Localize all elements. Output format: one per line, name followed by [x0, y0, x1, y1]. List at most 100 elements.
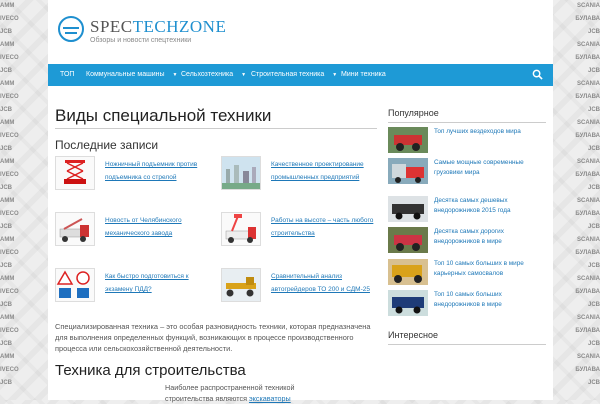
post-item[interactable]: Новость от Челябинского механического за…: [55, 212, 215, 246]
aerial-platform-thumbnail[interactable]: [221, 212, 261, 246]
background-brand-logo: SCANIA: [576, 315, 600, 321]
background-brand-logo: БУЛАВА: [575, 94, 600, 100]
background-brand-logo: AMM: [0, 237, 15, 243]
site-tagline: Обзоры и новости спецтехники: [90, 37, 192, 44]
page-title: Виды специальной техники: [55, 106, 272, 125]
post-link[interactable]: Ножничный подъемник против подъемника со…: [105, 158, 217, 184]
section-title-construction: Техника для строительства: [55, 362, 246, 379]
background-brand-logo: БУЛАВА: [575, 172, 600, 178]
popular-thumbnail[interactable]: [388, 259, 428, 285]
intro-text: Наиболее распространенной техникой: [165, 383, 295, 392]
truck-crane-icon: [59, 218, 89, 242]
chevron-down-icon: ▼: [332, 72, 338, 78]
divider: [55, 128, 377, 129]
road-signs-thumbnail[interactable]: [55, 268, 95, 302]
background-brand-logo: IVECO: [0, 94, 19, 100]
post-item[interactable]: Как быстро подготовиться к экзамену ПДД?: [55, 268, 215, 302]
popular-link[interactable]: Топ 10 самых больших внедорожников в мир…: [434, 290, 546, 310]
popular-link[interactable]: Десятка самых дорогих внедорожников в ми…: [434, 227, 546, 247]
background-brand-pattern-right: SCANIA БУЛАВА JCB SCANIA БУЛАВА JCB SCANIA БУЛА…: [554, 0, 600, 400]
background-brand-logo: JCB: [0, 380, 13, 386]
background-brand-logo: JCB: [587, 107, 600, 113]
background-brand-logo: SCANIA: [576, 198, 600, 204]
background-brand-logo: IVECO: [0, 367, 19, 373]
popular-item[interactable]: Самые мощные современные грузовики мира: [388, 158, 546, 186]
scissor-lift-thumbnail[interactable]: [55, 156, 95, 190]
post-link[interactable]: Сравнительный анализ автогрейдеров ТО 20…: [271, 270, 383, 296]
divider: [388, 122, 546, 123]
recent-posts-title: Последние записи: [55, 138, 159, 152]
background-brand-logo: БУЛАВА: [575, 250, 600, 256]
truck-crane-thumbnail[interactable]: [55, 212, 95, 246]
background-brand-logo: БУЛАВА: [575, 289, 600, 295]
nav-item-mini[interactable]: Мини техника: [341, 64, 386, 86]
nav-item-top[interactable]: ТОП: [60, 64, 74, 86]
background-brand-logo: IVECO: [0, 16, 19, 22]
nav-item-agri[interactable]: Сельхозтехника ▼: [181, 64, 246, 86]
popular-item[interactable]: Десятка самых дешевых внедорожников 2015…: [388, 196, 546, 224]
background-brand-logo: IVECO: [0, 211, 19, 217]
post-link[interactable]: Работы на высоте – часть любого строител…: [271, 214, 383, 240]
logo-icon[interactable]: [58, 16, 84, 42]
background-brand-logo: IVECO: [0, 328, 19, 334]
post-link[interactable]: Как быстро подготовиться к экзамену ПДД?: [105, 270, 217, 296]
nav-label: ТОП: [60, 71, 75, 78]
post-link[interactable]: Новость от Челябинского механического за…: [105, 214, 217, 240]
interesting-title: Интересное: [388, 330, 438, 340]
nav-label: Коммунальные машины: [86, 71, 165, 78]
grader-thumbnail[interactable]: [221, 268, 261, 302]
post-item[interactable]: Работы на высоте – часть любого строител…: [221, 212, 381, 246]
background-brand-logo: SCANIA: [576, 81, 600, 87]
popular-item[interactable]: Топ 10 самых больших внедорожников в мир…: [388, 290, 546, 318]
background-brand-logo: AMM: [0, 3, 15, 9]
background-brand-logo: IVECO: [0, 55, 19, 61]
popular-item[interactable]: Топ лучших вездеходов мира: [388, 127, 546, 155]
post-item[interactable]: Ножничный подъемник против подъемника со…: [55, 156, 215, 190]
nav-label: Строительная техника: [251, 71, 325, 78]
background-brand-logo: AMM: [0, 42, 15, 48]
big-suv-icon: [388, 290, 428, 316]
factory-thumbnail[interactable]: [221, 156, 261, 190]
background-brand-logo: JCB: [0, 68, 13, 74]
background-brand-logo: БУЛАВА: [575, 133, 600, 139]
popular-thumbnail[interactable]: [388, 127, 428, 153]
background-brand-logo: SCANIA: [576, 120, 600, 126]
popular-thumbnail[interactable]: [388, 290, 428, 316]
post-item[interactable]: Качественное проектирование промышленных…: [221, 156, 381, 190]
post-item[interactable]: Сравнительный анализ автогрейдеров ТО 20…: [221, 268, 381, 302]
grader-icon: [222, 269, 260, 301]
popular-thumbnail[interactable]: [388, 158, 428, 184]
popular-thumbnail[interactable]: [388, 227, 428, 253]
nav-item-construction[interactable]: Строительная техника ▼: [251, 64, 337, 86]
dump-truck-icon: [388, 259, 428, 285]
popular-link[interactable]: Топ 10 самых больших в мире карьерных са…: [434, 259, 546, 279]
intro-text: строительства являются: [165, 394, 249, 403]
popular-item[interactable]: Топ 10 самых больших в мире карьерных са…: [388, 259, 546, 287]
site-logo[interactable]: SPECTECHZONE: [90, 17, 226, 37]
background-brand-logo: IVECO: [0, 250, 19, 256]
popular-thumbnail[interactable]: [388, 196, 428, 222]
post-link[interactable]: Качественное проектирование промышленных…: [271, 158, 383, 184]
popular-link[interactable]: Десятка самых дешевых внедорожников 2015…: [434, 196, 546, 216]
background-brand-logo: AMM: [0, 276, 15, 282]
nav-label: Мини техника: [341, 71, 386, 78]
excavators-link[interactable]: экскаваторы: [249, 394, 291, 403]
background-brand-logo: JCB: [587, 224, 600, 230]
background-brand-logo: JCB: [587, 185, 600, 191]
background-brand-logo: AMM: [0, 120, 15, 126]
aerial-platform-icon: [225, 214, 256, 243]
background-brand-logo: SCANIA: [576, 3, 600, 9]
nav-item-communal[interactable]: Коммунальные машины ▼: [86, 64, 177, 86]
search-icon[interactable]: [532, 69, 543, 80]
popular-link[interactable]: Самые мощные современные грузовики мира: [434, 158, 546, 178]
all-terrain-vehicle-icon: [388, 127, 428, 153]
background-brand-logo: JCB: [0, 224, 13, 230]
popular-item[interactable]: Десятка самых дорогих внедорожников в ми…: [388, 227, 546, 255]
background-brand-logo: AMM: [0, 159, 15, 165]
background-brand-logo: AMM: [0, 81, 15, 87]
background-brand-logo: JCB: [587, 302, 600, 308]
background-brand-logo: БУЛАВА: [575, 328, 600, 334]
offroad-car-icon: [388, 227, 428, 253]
popular-link[interactable]: Топ лучших вездеходов мира: [434, 127, 546, 137]
background-brand-logo: JCB: [0, 341, 13, 347]
